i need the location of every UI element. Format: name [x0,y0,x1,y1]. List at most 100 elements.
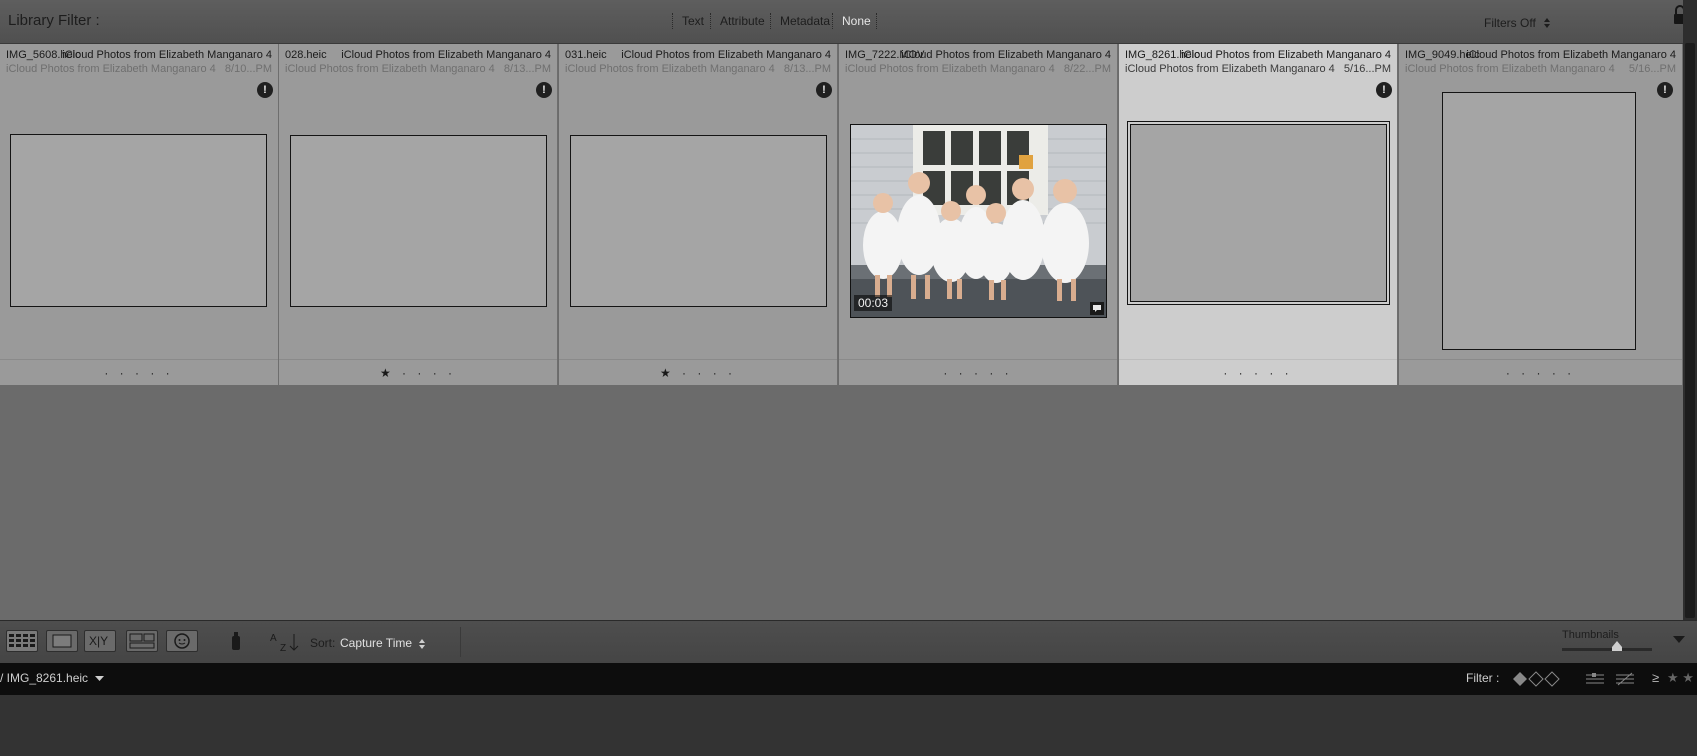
video-duration-badge: 00:03 [854,295,893,311]
cell-filename: 028.heic [285,49,327,61]
cell-date: 8/10...PM [224,63,272,75]
filter-tab-metadata[interactable]: Metadata [780,14,830,28]
photo-thumbnail[interactable] [570,135,827,307]
grid-view-button[interactable] [6,630,38,652]
filter-separator [876,13,878,29]
sort-value: Capture Time [340,636,413,650]
compare-view-icon: X|Y [89,634,109,648]
grid-cell[interactable]: IMG_9049.heic iCloud Photos from Elizabe… [1399,44,1683,385]
cell-date: 5/16...PM [1628,63,1676,75]
cell-subtitle: iCloud Photos from Elizabeth Manganaro 4 [6,63,216,75]
selection-frame [1127,121,1390,305]
rating-row: · · · · · [0,359,278,385]
photo-kids-in-robes [851,125,1106,317]
filmstrip-bar: / IMG_8261.heic Filter : ≥ ★ ★ [0,663,1697,696]
cell-header: IMG_5608.heic iCloud Photos from Elizabe… [0,44,278,77]
cell-subtitle: iCloud Photos from Elizabeth Manganaro 4 [845,63,1055,75]
cell-subtitle: iCloud Photos from Elizabeth Manganaro 4 [285,63,495,75]
warning-badge-icon[interactable]: ! [536,82,552,98]
filter-tab-text[interactable]: Text [682,14,704,28]
thumbnails-label: Thumbnails [1562,629,1619,641]
survey-view-button[interactable] [126,630,158,652]
photo-thumbnail[interactable] [290,135,547,307]
cell-subtitle: iCloud Photos from Elizabeth Manganaro 4 [1125,63,1335,75]
filter-separator [710,13,712,29]
chevron-down-icon [95,676,105,681]
speech-bubble-icon[interactable] [1090,302,1104,315]
warning-badge-icon[interactable]: ! [1376,82,1392,98]
loupe-view-icon [52,634,72,648]
custom-filter-icon[interactable] [1614,671,1636,687]
warning-badge-icon[interactable]: ! [816,82,832,98]
cell-date: 8/13...PM [783,63,831,75]
cell-date: 8/13...PM [503,63,551,75]
compare-view-button[interactable]: X|Y [84,630,116,652]
cell-header: IMG_8261.heic iCloud Photos from Elizabe… [1119,44,1397,77]
rating-filter-stars[interactable]: ★ ★ [1667,670,1697,686]
photo-thumbnail[interactable] [10,134,267,307]
updown-arrow-icon [1544,17,1551,28]
star-rating[interactable]: ★ · · · · [559,366,837,380]
cell-subtitle: iCloud Photos from Elizabeth Manganaro 4 [565,63,775,75]
sort-dropdown[interactable]: Capture Time [340,636,426,650]
cell-header: IMG_7222.MOV iCloud Photos from Elizabet… [839,44,1117,77]
star-rating[interactable]: · · · · · [1119,366,1397,380]
svg-text:Z: Z [280,643,286,654]
cell-header: 028.heic iCloud Photos from Elizabeth Ma… [279,44,557,77]
grid-cell[interactable]: IMG_7222.MOV iCloud Photos from Elizabet… [839,44,1118,385]
rating-operator[interactable]: ≥ [1652,670,1659,685]
triangle-down-icon[interactable] [1672,635,1686,645]
breadcrumb-label: / IMG_8261.heic [0,671,89,685]
library-toolbar: X|Y A Z Sort: Capture Time Thumbnails [0,620,1697,663]
grid-cell[interactable]: 031.heic iCloud Photos from Elizabeth Ma… [559,44,838,385]
cell-album: iCloud Photos from Elizabeth Manganaro 4 [1466,49,1676,61]
thumbnail-size-slider[interactable] [1562,648,1652,651]
flag-filter-icons[interactable] [1512,671,1560,687]
cell-date: 5/16...PM [1343,63,1391,75]
filmstrip-filter-label: Filter : [1466,671,1500,685]
painter-spray-can-icon[interactable] [228,630,244,654]
filter-tab-attribute[interactable]: Attribute [720,14,765,28]
cell-subtitle: iCloud Photos from Elizabeth Manganaro 4 [1405,63,1615,75]
warning-badge-icon[interactable]: ! [1657,82,1673,98]
cell-date: 8/22...PM [1063,63,1111,75]
breadcrumb[interactable]: / IMG_8261.heic [0,671,105,685]
filmstrip-area [0,696,1697,756]
rating-row: · · · · · [1399,359,1682,385]
filter-separator [770,13,772,29]
scrollbar-thumb[interactable] [1685,43,1695,618]
video-thumbnail[interactable]: 00:03 [850,124,1107,318]
filters-off-dropdown[interactable]: Filters Off [1484,14,1551,32]
rating-row: · · · · · [839,359,1117,385]
star-rating[interactable]: · · · · · [839,366,1117,380]
warning-badge-icon[interactable]: ! [257,82,273,98]
grid-cell[interactable]: IMG_5608.heic iCloud Photos from Elizabe… [0,44,279,385]
filter-separator [672,13,674,29]
library-filter-title: Library Filter : [8,12,100,29]
svg-text:A: A [270,633,277,644]
people-view-button[interactable] [166,630,198,652]
rating-row: ★ · · · · [279,359,557,385]
cell-album: iCloud Photos from Elizabeth Manganaro 4 [62,49,272,61]
grid-cell-selected[interactable]: IMG_8261.heic iCloud Photos from Elizabe… [1119,44,1398,385]
library-filter-bar: Library Filter : Text Attribute Metadata… [0,0,1686,44]
cell-album: iCloud Photos from Elizabeth Manganaro 4 [901,49,1111,61]
rating-row: · · · · · [1119,359,1397,385]
color-label-filter-icon[interactable] [1584,671,1606,687]
slider-knob-icon[interactable] [1612,641,1622,651]
updown-arrow-icon [419,638,426,649]
photo-thumbnail[interactable] [1130,124,1387,302]
star-rating[interactable]: · · · · · [0,366,278,380]
loupe-view-button[interactable] [46,630,78,652]
star-rating[interactable]: · · · · · [1399,366,1682,380]
star-rating[interactable]: ★ · · · · [279,366,557,380]
grid-cell[interactable]: 028.heic iCloud Photos from Elizabeth Ma… [279,44,558,385]
rating-row: ★ · · · · [559,359,837,385]
people-view-icon [174,633,190,649]
cell-header: 031.heic iCloud Photos from Elizabeth Ma… [559,44,837,77]
grid-view-icon [9,634,35,647]
sort-az-icon[interactable]: A Z [268,630,304,654]
cell-album: iCloud Photos from Elizabeth Manganaro 4 [621,49,831,61]
photo-thumbnail[interactable] [1442,92,1636,350]
filter-tab-none[interactable]: None [842,14,871,28]
